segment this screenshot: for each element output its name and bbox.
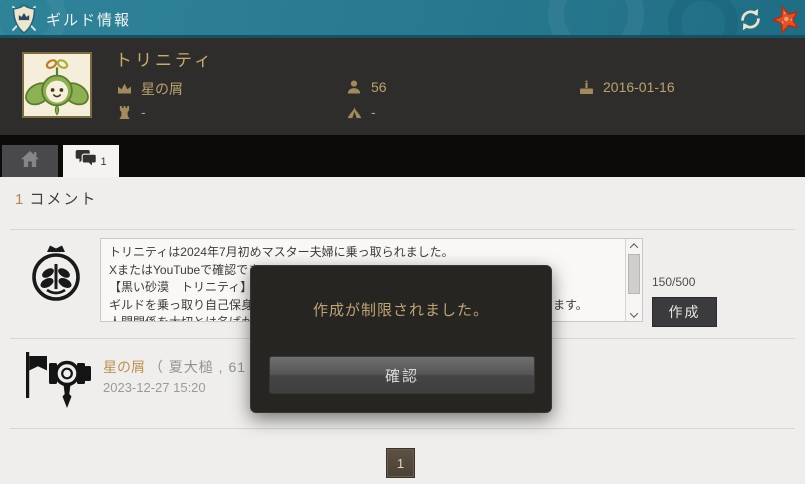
home-icon: [20, 150, 40, 173]
refresh-icon[interactable]: [737, 6, 764, 33]
scroll-down-button[interactable]: [626, 308, 642, 321]
tab-comments[interactable]: 1: [63, 145, 119, 177]
textarea-scrollbar[interactable]: [625, 239, 642, 321]
speech-bubbles-icon: [75, 149, 97, 173]
guild-founded-value: 2016-01-16: [603, 79, 675, 95]
comments-count: 1: [15, 191, 25, 208]
char-counter: 150/500: [652, 275, 695, 289]
comment-timestamp: 2023-12-27 15:20: [103, 380, 206, 395]
page-1-button[interactable]: 1: [386, 448, 415, 478]
starfish-favorite-icon[interactable]: [772, 5, 801, 34]
cake-icon: [577, 80, 595, 95]
confirm-button[interactable]: 確認: [269, 356, 535, 394]
scrollbar-thumb[interactable]: [628, 254, 640, 294]
scroll-up-button[interactable]: [626, 239, 642, 252]
comment-author-info: （ 夏大槌 , 61 ）: [149, 359, 266, 375]
divider: [10, 229, 795, 230]
page-title: ギルド情報: [46, 9, 131, 30]
comment-author-link[interactable]: 星の屑: [103, 359, 145, 375]
tab-bar: 1: [0, 135, 805, 177]
guild-tower-stat: -: [115, 104, 146, 120]
guild-master-stat: 星の屑: [115, 79, 183, 99]
guild-info-window: ギルド情報: [0, 0, 805, 484]
guild-tower-value: -: [141, 104, 146, 120]
wave-decoration: [548, 0, 644, 38]
comments-badge: 1: [100, 156, 106, 168]
person-icon: [345, 80, 363, 94]
rook-icon: [115, 105, 133, 120]
wave-decoration: [668, 0, 738, 38]
guild-members-value: 56: [371, 79, 387, 95]
guild-camp-value: -: [371, 104, 376, 120]
comment-author-row: 星の屑 （ 夏大槌 , 61 ）: [103, 357, 266, 377]
create-comment-button[interactable]: 作成: [652, 297, 717, 327]
guild-master-value: 星の屑: [141, 79, 183, 99]
guild-emblem-mono-icon: [28, 243, 84, 303]
restriction-dialog: 作成が制限されました。 確認: [250, 265, 552, 413]
tab-home[interactable]: [2, 145, 58, 177]
dialog-message: 作成が制限されました。: [251, 299, 551, 320]
guild-emblem: [22, 52, 92, 118]
shield-crown-icon: [10, 4, 38, 34]
guild-members-stat: 56: [345, 79, 387, 95]
guild-founded-stat: 2016-01-16: [577, 79, 675, 95]
guild-summary-panel: トリニティ 星の屑 - 56 -: [0, 38, 805, 135]
war-hammer-banner-icon: [22, 351, 100, 409]
crown-icon: [115, 83, 133, 95]
comments-heading-label: コメント: [29, 191, 97, 208]
tent-icon: [345, 106, 363, 119]
divider: [10, 428, 795, 429]
comments-heading: 1コメント: [15, 188, 97, 209]
title-bar: ギルド情報: [0, 0, 805, 38]
guild-camp-stat: -: [345, 104, 376, 120]
guild-name: トリニティ: [115, 46, 214, 71]
